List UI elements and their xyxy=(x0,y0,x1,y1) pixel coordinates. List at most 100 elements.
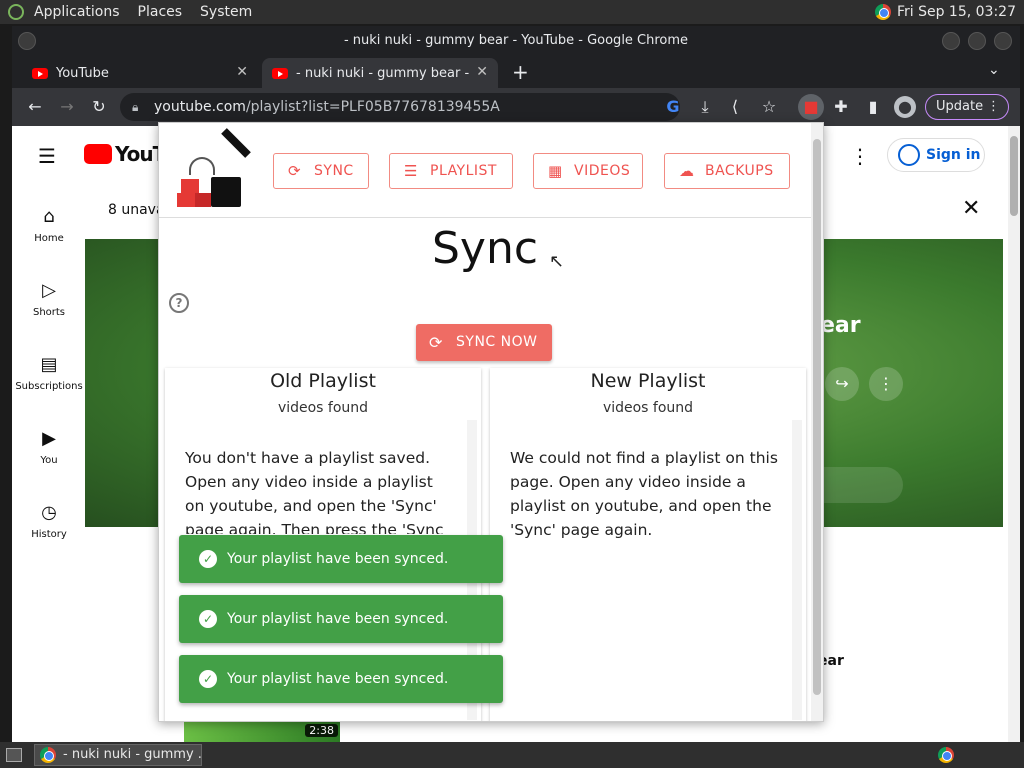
nav-backups-button[interactable]: ☁ BACKUPS xyxy=(664,153,790,189)
window-titlebar: - nuki nuki - gummy bear - YouTube - Goo… xyxy=(12,26,1020,56)
nav-shorts[interactable]: ▷ Shorts xyxy=(12,280,86,318)
nav-sync-button[interactable]: ⟳ SYNC xyxy=(273,153,369,189)
menu-system[interactable]: System xyxy=(200,4,252,20)
toast-message: Your playlist have been synced. xyxy=(227,611,449,627)
popup-scrollbar-thumb[interactable] xyxy=(813,139,821,695)
hero-title: ear xyxy=(820,313,861,338)
clock[interactable]: Fri Sep 15, 03:27 xyxy=(897,4,1016,20)
address-bar[interactable]: 🔒︎ youtube.com/playlist?list=PLF05B77678… xyxy=(120,93,680,121)
back-arrow-icon[interactable]: ← xyxy=(24,96,46,118)
update-button[interactable]: Update ⋮ xyxy=(925,94,1009,120)
more-options-kebab-icon[interactable]: ⋮ xyxy=(850,144,870,168)
system-top-panel: Applications Places System Fri Sep 15, 0… xyxy=(0,0,1024,24)
nav-subscriptions[interactable]: ▤ Subscriptions xyxy=(12,354,86,392)
home-icon: ⌂ xyxy=(43,206,55,227)
toast-message: Your playlist have been synced. xyxy=(227,551,449,567)
close-notice-icon[interactable]: ✕ xyxy=(962,196,980,221)
side-panel-icon[interactable]: ▮ xyxy=(862,96,884,118)
video-duration-badge: 2:38 xyxy=(305,724,338,737)
trash-lid-icon xyxy=(221,128,251,158)
old-playlist-message: You don't have a playlist saved. Open an… xyxy=(185,449,444,534)
popup-header: ⟳ SYNC ☰ PLAYLIST ▦ VIDEOS ☁ BACKUPS xyxy=(159,123,811,218)
share-icon[interactable]: ⟨ xyxy=(724,96,746,118)
nav-sync-label: SYNC xyxy=(314,163,354,179)
profile-avatar-icon[interactable]: ● xyxy=(894,96,916,118)
nav-shorts-label: Shorts xyxy=(32,307,66,318)
bookmark-star-icon[interactable]: ☆ xyxy=(758,96,780,118)
install-app-icon[interactable]: ⤓ xyxy=(694,96,716,118)
new-tab-icon[interactable]: + xyxy=(512,60,529,84)
taskbar: - nuki nuki - gummy ... xyxy=(0,742,1024,768)
more-kebab-icon[interactable]: ⋮ xyxy=(869,367,903,401)
extensions-puzzle-icon[interactable]: ✚ xyxy=(830,96,852,118)
menu-kebab-icon[interactable]: ⋮ xyxy=(987,95,1000,119)
youtube-favicon-icon xyxy=(272,67,288,79)
tab-label: YouTube xyxy=(56,65,109,81)
tab-label: - nuki nuki - gummy bear - Yo xyxy=(296,65,472,81)
red-cube-icon xyxy=(195,193,211,207)
new-playlist-scrollbar[interactable] xyxy=(792,420,802,720)
update-label: Update xyxy=(936,99,984,114)
mouse-cursor-icon: ↖ xyxy=(549,251,565,272)
list-icon: ☰ xyxy=(404,162,418,180)
nav-you[interactable]: ▶ You xyxy=(12,428,86,466)
browser-toolbar: ← → ↻ 🔒︎ youtube.com/playlist?list=PLF05… xyxy=(12,88,1020,126)
window-menu-button[interactable] xyxy=(18,32,36,50)
scrollbar-thumb[interactable] xyxy=(1010,136,1018,216)
show-desktop-icon[interactable] xyxy=(6,748,22,762)
share-arrow-icon[interactable]: ↪ xyxy=(825,367,859,401)
tab-youtube[interactable]: YouTube ✕ xyxy=(22,58,258,88)
extension-playlist-icon[interactable]: ■ xyxy=(798,94,824,120)
taskbar-chrome-window[interactable]: - nuki nuki - gummy ... xyxy=(34,744,202,766)
hamburger-menu-icon[interactable]: ☰ xyxy=(38,144,56,168)
video-thumbnail[interactable]: 2:38 xyxy=(184,722,340,742)
forward-arrow-icon[interactable]: → xyxy=(56,96,78,118)
nav-videos-button[interactable]: ▦ VIDEOS xyxy=(533,153,643,189)
menu-places[interactable]: Places xyxy=(138,4,183,20)
distro-logo-icon[interactable] xyxy=(8,4,24,20)
window-title: - nuki nuki - gummy bear - YouTube - Goo… xyxy=(343,33,689,48)
check-circle-icon: ✓ xyxy=(199,610,217,628)
new-playlist-count: videos found xyxy=(602,400,694,416)
nav-subscriptions-label: Subscriptions xyxy=(15,381,83,392)
menu-applications[interactable]: Applications xyxy=(34,4,120,20)
red-cube-icon xyxy=(177,193,195,207)
extension-popup: ⟳ SYNC ☰ PLAYLIST ▦ VIDEOS ☁ BACKUPS Sync ↖ … xyxy=(158,122,824,722)
old-playlist-title: Old Playlist xyxy=(270,370,376,392)
toast-notification[interactable]: ✓ Your playlist have been synced. xyxy=(179,655,503,703)
lock-icon[interactable]: 🔒︎ xyxy=(132,93,138,121)
shorts-icon: ▷ xyxy=(42,280,56,301)
minimize-button[interactable] xyxy=(942,32,960,50)
sync-icon: ⟳ xyxy=(429,333,443,352)
close-tab-icon[interactable]: ✕ xyxy=(476,64,488,80)
sign-in-button[interactable]: Sign in xyxy=(887,138,985,172)
google-lens-icon[interactable]: G xyxy=(662,96,684,118)
reload-icon[interactable]: ↻ xyxy=(88,96,110,118)
page-title: Sync xyxy=(431,223,539,274)
taskbar-item-label: - nuki nuki - gummy ... xyxy=(63,747,202,762)
nav-home[interactable]: ⌂ Home xyxy=(12,206,86,244)
cloud-upload-icon: ☁ xyxy=(679,162,695,180)
chrome-tray-icon[interactable] xyxy=(874,4,891,20)
nav-history[interactable]: ◷ History xyxy=(12,502,86,540)
film-icon: ▦ xyxy=(548,162,563,180)
old-playlist-count: videos found xyxy=(277,400,369,416)
close-tab-icon[interactable]: ✕ xyxy=(236,64,248,80)
nav-playlist-label: PLAYLIST xyxy=(430,163,497,179)
you-icon: ▶ xyxy=(42,428,56,449)
sync-now-button[interactable]: ⟳ SYNC NOW xyxy=(416,324,552,361)
chrome-icon xyxy=(40,747,56,763)
tab-playlist[interactable]: - nuki nuki - gummy bear - Yo ✕ xyxy=(262,58,498,88)
help-icon[interactable]: ? xyxy=(169,293,189,313)
account-circle-icon xyxy=(898,144,920,166)
toast-notification[interactable]: ✓ Your playlist have been synced. xyxy=(179,595,503,643)
chrome-launcher-icon[interactable] xyxy=(938,747,954,763)
page-scrollbar[interactable] xyxy=(1008,126,1020,742)
close-window-button[interactable] xyxy=(994,32,1012,50)
toast-notification[interactable]: ✓ Your playlist have been synced. xyxy=(179,535,503,583)
maximize-button[interactable] xyxy=(968,32,986,50)
tab-search-chevron-down-icon[interactable]: ⌄ xyxy=(988,62,1000,78)
nav-you-label: You xyxy=(40,455,58,466)
new-playlist-message: We could not find a playlist on this pag… xyxy=(510,449,778,539)
nav-playlist-button[interactable]: ☰ PLAYLIST xyxy=(389,153,513,189)
